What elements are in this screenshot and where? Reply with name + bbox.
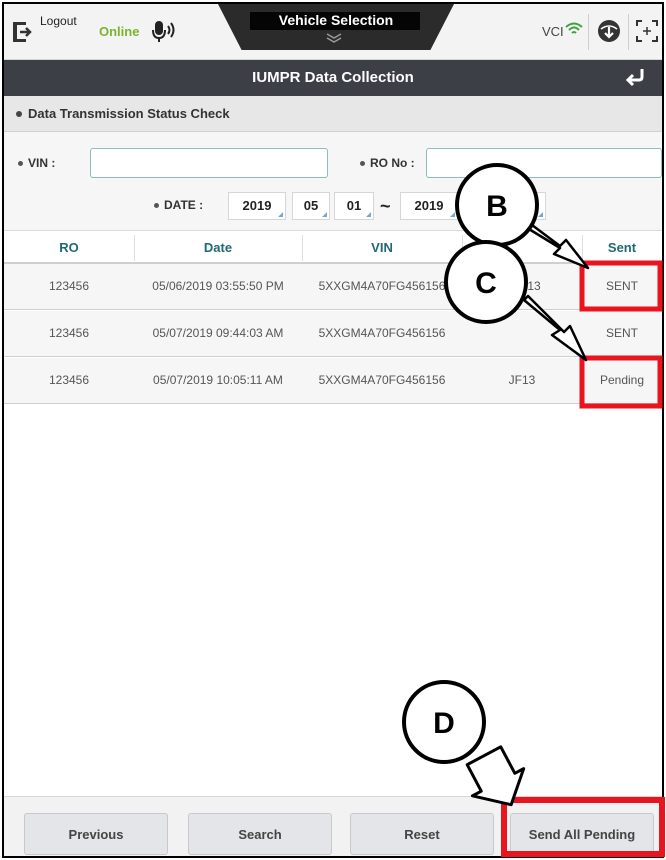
bullet [360, 161, 365, 166]
online-status: Online [99, 24, 140, 39]
section-heading-text: Data Transmission Status Check [28, 106, 230, 121]
from-month-value: 05 [303, 198, 319, 213]
section-heading: Data Transmission Status Check [4, 96, 662, 132]
from-day-value: 01 [346, 198, 362, 213]
download-icon[interactable] [596, 18, 622, 44]
table-row[interactable]: 123456 05/07/2019 10:05:11 AM 5XXGM4A70F… [4, 358, 662, 404]
reset-button[interactable]: Reset [350, 813, 494, 855]
column-header-vin[interactable]: VIN [302, 240, 462, 255]
bottom-button-bar: Previous Search Reset Send All Pending [4, 796, 662, 856]
ro-number-input[interactable] [426, 148, 662, 178]
previous-button[interactable]: Previous [24, 813, 168, 855]
cell-ro: 123456 [48, 373, 90, 387]
chevron-down-icon[interactable] [325, 32, 343, 44]
cell-ro: 123456 [48, 279, 90, 293]
search-button[interactable]: Search [188, 813, 332, 855]
to-day-select[interactable] [506, 192, 546, 220]
screen-capture-icon[interactable] [636, 20, 658, 42]
from-month-select[interactable]: 05 [292, 192, 330, 220]
cell-sent: SENT [605, 279, 638, 293]
ro-number-label: RO No : [370, 156, 415, 170]
cell-sent: SENT [605, 326, 638, 340]
column-header-date[interactable]: Date [134, 240, 302, 255]
from-year-value: 2019 [242, 198, 272, 213]
cell-model: JF13 [508, 373, 536, 387]
bullet [18, 161, 23, 166]
divider [588, 14, 589, 50]
title-bar: IUMPR Data Collection [4, 60, 662, 96]
table-empty-area [4, 404, 662, 796]
table-header: RO Date VIN Sent [4, 230, 662, 264]
top-bar: Logout Online Vehicle Selection VCI [4, 4, 662, 60]
cell-ro: 123456 [48, 326, 90, 340]
voice-icon[interactable] [150, 18, 180, 44]
cell-date: 05/06/2019 03:55:50 PM [152, 279, 284, 293]
divider [628, 14, 629, 50]
cell-vin: 5XXGM4A70FG456156 [318, 279, 446, 293]
from-day-select[interactable]: 01 [334, 192, 374, 220]
back-icon[interactable] [622, 66, 648, 88]
vin-label: VIN : [28, 156, 56, 170]
filter-panel: VIN : RO No : DATE : 2019 05 01 ~ 2019 [4, 132, 662, 232]
column-header-ro[interactable]: RO [4, 240, 134, 255]
vci-label: VCI [542, 24, 564, 39]
logout-icon[interactable] [12, 20, 32, 44]
date-range-separator: ~ [380, 196, 391, 216]
send-all-pending-button[interactable]: Send All Pending [510, 813, 654, 855]
date-label: DATE : [164, 198, 204, 212]
cell-vin: 5XXGM4A70FG456156 [318, 373, 446, 387]
bullet [16, 111, 22, 117]
logout-link[interactable]: Logout [40, 14, 77, 28]
cell-date: 05/07/2019 09:44:03 AM [152, 326, 284, 340]
vehicle-selection-label[interactable]: Vehicle Selection [218, 12, 454, 28]
table-row[interactable]: 123456 05/06/2019 03:55:50 PM 5XXGM4A70F… [4, 264, 662, 310]
app-window: Logout Online Vehicle Selection VCI IUMP… [2, 2, 664, 858]
vin-input[interactable] [90, 148, 328, 178]
column-header-sent[interactable]: Sent [582, 240, 662, 255]
page-title: IUMPR Data Collection [252, 69, 414, 86]
to-month-select[interactable] [464, 192, 502, 220]
cell-sent: Pending [599, 373, 645, 387]
from-year-select[interactable]: 2019 [228, 192, 286, 220]
to-year-value: 2019 [414, 198, 444, 213]
cell-date: 05/07/2019 10:05:11 AM [153, 373, 283, 387]
bullet [154, 203, 159, 208]
cell-vin: 5XXGM4A70FG456156 [318, 326, 446, 340]
table-row[interactable]: 123456 05/07/2019 09:44:03 AM 5XXGM4A70F… [4, 311, 662, 357]
wifi-icon [565, 22, 583, 34]
to-year-select[interactable]: 2019 [400, 192, 458, 220]
divider [462, 235, 463, 261]
